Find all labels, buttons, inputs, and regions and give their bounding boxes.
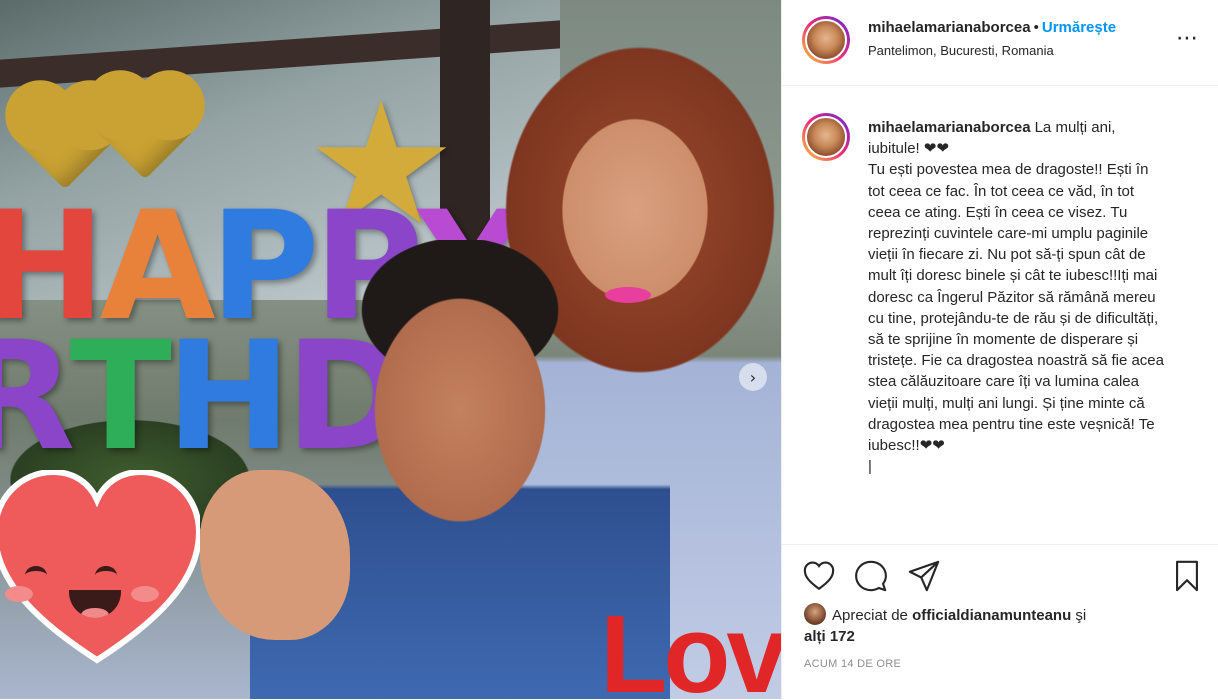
- location-link[interactable]: Pantelimon, Bucuresti, Romania: [868, 43, 1168, 58]
- comments-area[interactable]: mihaelamarianaborcea La mulți ani, iubitu…: [782, 87, 1218, 543]
- post-timestamp[interactable]: ACUM 14 DE ORE: [804, 658, 901, 670]
- post-header: mihaelamarianaborcea • Urmărește Pantelimo…: [782, 0, 1218, 86]
- liker-username[interactable]: officialdianamunteanu: [912, 607, 1071, 624]
- separator-dot: •: [1033, 19, 1039, 36]
- avatar[interactable]: [802, 16, 850, 64]
- love-overlay-text: Lov: [600, 593, 781, 700]
- smiling-heart-sticker: [0, 468, 203, 670]
- share-icon[interactable]: [907, 559, 941, 593]
- chevron-right-icon: ›: [749, 367, 757, 387]
- bookmark-icon[interactable]: [1170, 559, 1204, 593]
- caption-text: La mulți ani, iubitule! ❤❤ Tu ești poves…: [868, 119, 1164, 476]
- carousel-next-button[interactable]: ›: [739, 363, 767, 391]
- post-side-panel: mihaelamarianaborcea • Urmărește Pantelimo…: [781, 0, 1218, 699]
- likes-summary[interactable]: Apreciat de officialdianamunteanu şi alț…: [804, 603, 1204, 647]
- follow-button[interactable]: Urmărește: [1042, 19, 1116, 36]
- likes-prefix: Apreciat de: [832, 607, 908, 624]
- sticker-eye: [25, 566, 47, 585]
- post-caption: mihaelamarianaborcea La mulți ani, iubitu…: [868, 117, 1168, 477]
- post-photo[interactable]: ★ HAPPY RTHDA Lov ›: [0, 0, 781, 699]
- sticker-cheek: [131, 586, 159, 602]
- comment-icon[interactable]: [854, 559, 888, 593]
- avatar[interactable]: [802, 113, 850, 161]
- balloon-letter: T: [69, 310, 172, 484]
- more-options-icon[interactable]: ⋯: [1176, 28, 1199, 50]
- balloon-letter: R: [0, 310, 75, 484]
- liker-avatar: [804, 603, 826, 625]
- likes-connector: şi: [1075, 607, 1087, 624]
- likes-others[interactable]: alți 172: [804, 628, 855, 645]
- caption-username[interactable]: mihaelamarianaborcea: [868, 119, 1031, 136]
- sticker-cheek: [5, 586, 33, 602]
- sticker-eye: [95, 566, 117, 585]
- post-actions: Apreciat de officialdianamunteanu şi alț…: [782, 544, 1218, 700]
- heart-icon[interactable]: [802, 559, 836, 593]
- hand-on-shoulder: [200, 470, 350, 640]
- header-username[interactable]: mihaelamarianaborcea: [868, 19, 1031, 36]
